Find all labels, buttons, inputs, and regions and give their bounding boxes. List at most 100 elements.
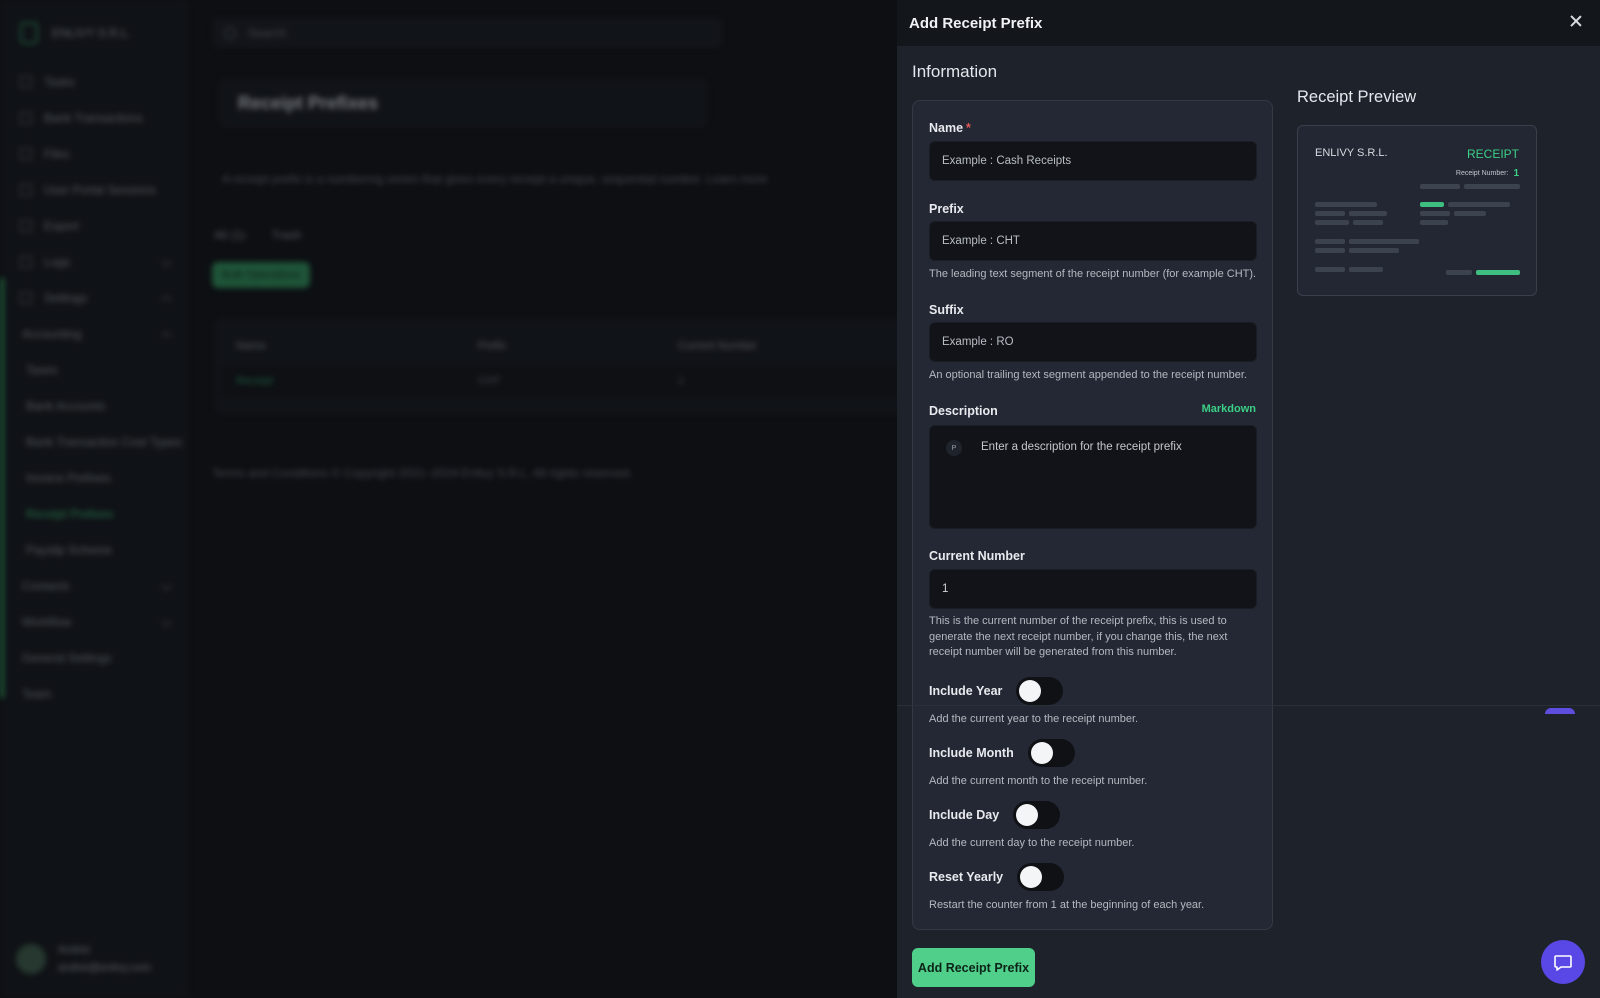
receipt-preview: ENLIVY S.R.L. RECEIPT Receipt Number: 1 bbox=[1297, 125, 1537, 296]
sidebar-item-team[interactable]: Team bbox=[0, 676, 188, 712]
include-day-toggle[interactable] bbox=[1013, 801, 1061, 829]
sidebar-item-files[interactable]: Files bbox=[0, 136, 188, 172]
sidebar-item-bank-transaction-cost-types[interactable]: Bank Transaction Cost Types bbox=[0, 424, 188, 460]
description-placeholder: Enter a description for the receipt pref… bbox=[981, 441, 1182, 453]
chevron-up-icon bbox=[161, 295, 172, 306]
preview-line bbox=[1464, 184, 1520, 189]
chat-icon bbox=[1554, 955, 1572, 971]
current-number-label: Current Number bbox=[929, 549, 1025, 563]
prefix-input[interactable] bbox=[929, 221, 1257, 261]
include-year-row: Include Year bbox=[929, 677, 1064, 705]
bulk-operations-button[interactable]: Bulk Operations bbox=[212, 262, 310, 288]
portal-icon bbox=[20, 184, 32, 196]
column-name: Name bbox=[236, 340, 266, 352]
page-footer: Terms and Conditions © Copyright 2021–20… bbox=[212, 466, 633, 480]
preview-line bbox=[1349, 248, 1399, 253]
sidebar-item-invoice-prefixes[interactable]: Invoice Prefixes bbox=[0, 460, 188, 496]
chevron-up-icon bbox=[161, 331, 172, 342]
information-form: Name* Prefix The leading text segment of… bbox=[912, 100, 1273, 930]
search-bar[interactable]: Search bbox=[212, 18, 722, 48]
include-month-help: Add the current month to the receipt num… bbox=[929, 775, 1148, 787]
sidebar-item-logs[interactable]: Logs bbox=[0, 244, 188, 280]
scroll-divider bbox=[897, 705, 1600, 706]
markdown-toggle[interactable]: Markdown bbox=[1202, 403, 1256, 415]
required-marker: * bbox=[966, 121, 971, 135]
sidebar-item-export[interactable]: Export bbox=[0, 208, 188, 244]
chevron-down-icon bbox=[161, 256, 172, 267]
receipt-preview-title: Receipt Preview bbox=[1297, 88, 1417, 106]
company-name: ENLIVY S.R.L. bbox=[52, 26, 132, 40]
sidebar-item-workflow[interactable]: Workflow bbox=[0, 604, 188, 640]
toggle-knob bbox=[1030, 742, 1053, 764]
chevron-down-icon bbox=[161, 616, 172, 627]
section-title: Information bbox=[912, 62, 998, 81]
row-prefix: CHT bbox=[478, 375, 501, 387]
suffix-label: Suffix bbox=[929, 303, 964, 317]
include-month-toggle[interactable] bbox=[1027, 739, 1075, 767]
sidebar-item-bank-transactions[interactable]: Bank Transactions bbox=[0, 100, 188, 136]
table-row[interactable]: Receipt CHT 1 bbox=[222, 366, 904, 396]
close-icon[interactable] bbox=[1566, 12, 1586, 32]
chevron-down-icon bbox=[161, 580, 172, 591]
sidebar-item-payslip-scheme[interactable]: Payslip Scheme bbox=[0, 532, 188, 568]
sidebar-item-contacts[interactable]: Contacts bbox=[0, 568, 188, 604]
page-header: Receipt Prefixes bbox=[218, 78, 708, 128]
preview-line bbox=[1420, 184, 1460, 189]
add-receipt-prefix-button[interactable]: Add Receipt Prefix bbox=[912, 948, 1035, 987]
prefix-label: Prefix bbox=[929, 202, 964, 216]
sidebar-brand: ENLIVY S.R.L. bbox=[20, 22, 131, 44]
learn-more-link[interactable]: Learn more bbox=[706, 172, 767, 186]
row-name[interactable]: Receipt bbox=[236, 375, 273, 387]
filter-trash[interactable]: Trash bbox=[271, 228, 301, 242]
sidebar-item-receipt-prefixes[interactable]: Receipt Prefixes bbox=[0, 496, 188, 532]
include-day-help: Add the current day to the receipt numbe… bbox=[929, 837, 1135, 849]
preview-line bbox=[1448, 202, 1510, 207]
avatar bbox=[16, 944, 46, 974]
reset-yearly-toggle[interactable] bbox=[1017, 863, 1065, 891]
export-icon bbox=[20, 220, 32, 232]
search-icon bbox=[224, 27, 236, 39]
preview-line bbox=[1420, 202, 1444, 207]
description-editor[interactable]: P Enter a description for the receipt pr… bbox=[929, 425, 1257, 529]
sidebar-item-settings[interactable]: Settings bbox=[0, 280, 188, 316]
sidebar-item-bank-accounts[interactable]: Bank Accounts bbox=[0, 388, 188, 424]
include-year-toggle[interactable] bbox=[1016, 677, 1064, 705]
row-current-number: 1 bbox=[678, 375, 685, 387]
paragraph-block-icon[interactable]: P bbox=[946, 440, 962, 456]
preview-line bbox=[1420, 211, 1450, 216]
preview-line bbox=[1349, 267, 1383, 272]
preview-line bbox=[1349, 211, 1387, 216]
include-day-label: Include Day bbox=[929, 808, 1000, 822]
preview-line bbox=[1420, 220, 1448, 225]
user-profile[interactable]: Andrei andrei@enlivy.com bbox=[16, 944, 151, 974]
sidebar-item-general-settings[interactable]: General Settings bbox=[0, 640, 188, 676]
preview-line bbox=[1315, 202, 1377, 207]
preview-total-line bbox=[1476, 270, 1520, 275]
preview-number-row: Receipt Number: 1 bbox=[1456, 168, 1519, 179]
search-placeholder: Search bbox=[248, 26, 287, 40]
name-input[interactable] bbox=[929, 141, 1257, 181]
include-month-label: Include Month bbox=[929, 746, 1014, 760]
sidebar-item-tasks[interactable]: Tasks bbox=[0, 64, 188, 100]
sidebar-item-taxes[interactable]: Taxes bbox=[0, 352, 188, 388]
user-email: andrei@enlivy.com bbox=[58, 962, 151, 974]
include-year-label: Include Year bbox=[929, 684, 1003, 698]
preview-line bbox=[1349, 239, 1419, 244]
sidebar: ENLIVY S.R.L. Tasks Bank Transactions Fi… bbox=[0, 0, 188, 998]
preview-line bbox=[1446, 270, 1472, 275]
suffix-help: An optional trailing text segment append… bbox=[929, 369, 1247, 381]
gear-icon bbox=[20, 292, 32, 304]
chat-button[interactable] bbox=[1541, 940, 1585, 984]
preview-number-value: 1 bbox=[1513, 168, 1519, 179]
reset-yearly-row: Reset Yearly bbox=[929, 863, 1065, 891]
sidebar-item-user-portal-sessions[interactable]: User Portal Sessions bbox=[0, 172, 188, 208]
filter-all[interactable]: All (1) bbox=[214, 228, 245, 242]
include-year-help: Add the current year to the receipt numb… bbox=[929, 713, 1139, 725]
current-number-input[interactable] bbox=[929, 569, 1257, 609]
toggle-knob bbox=[1019, 680, 1042, 702]
reset-yearly-help: Restart the counter from 1 at the beginn… bbox=[929, 899, 1205, 911]
info-banner: A receipt prefix is a numbering series t… bbox=[222, 172, 768, 186]
sidebar-item-accounting[interactable]: Accounting bbox=[0, 316, 188, 352]
include-day-row: Include Day bbox=[929, 801, 1061, 829]
suffix-input[interactable] bbox=[929, 322, 1257, 362]
